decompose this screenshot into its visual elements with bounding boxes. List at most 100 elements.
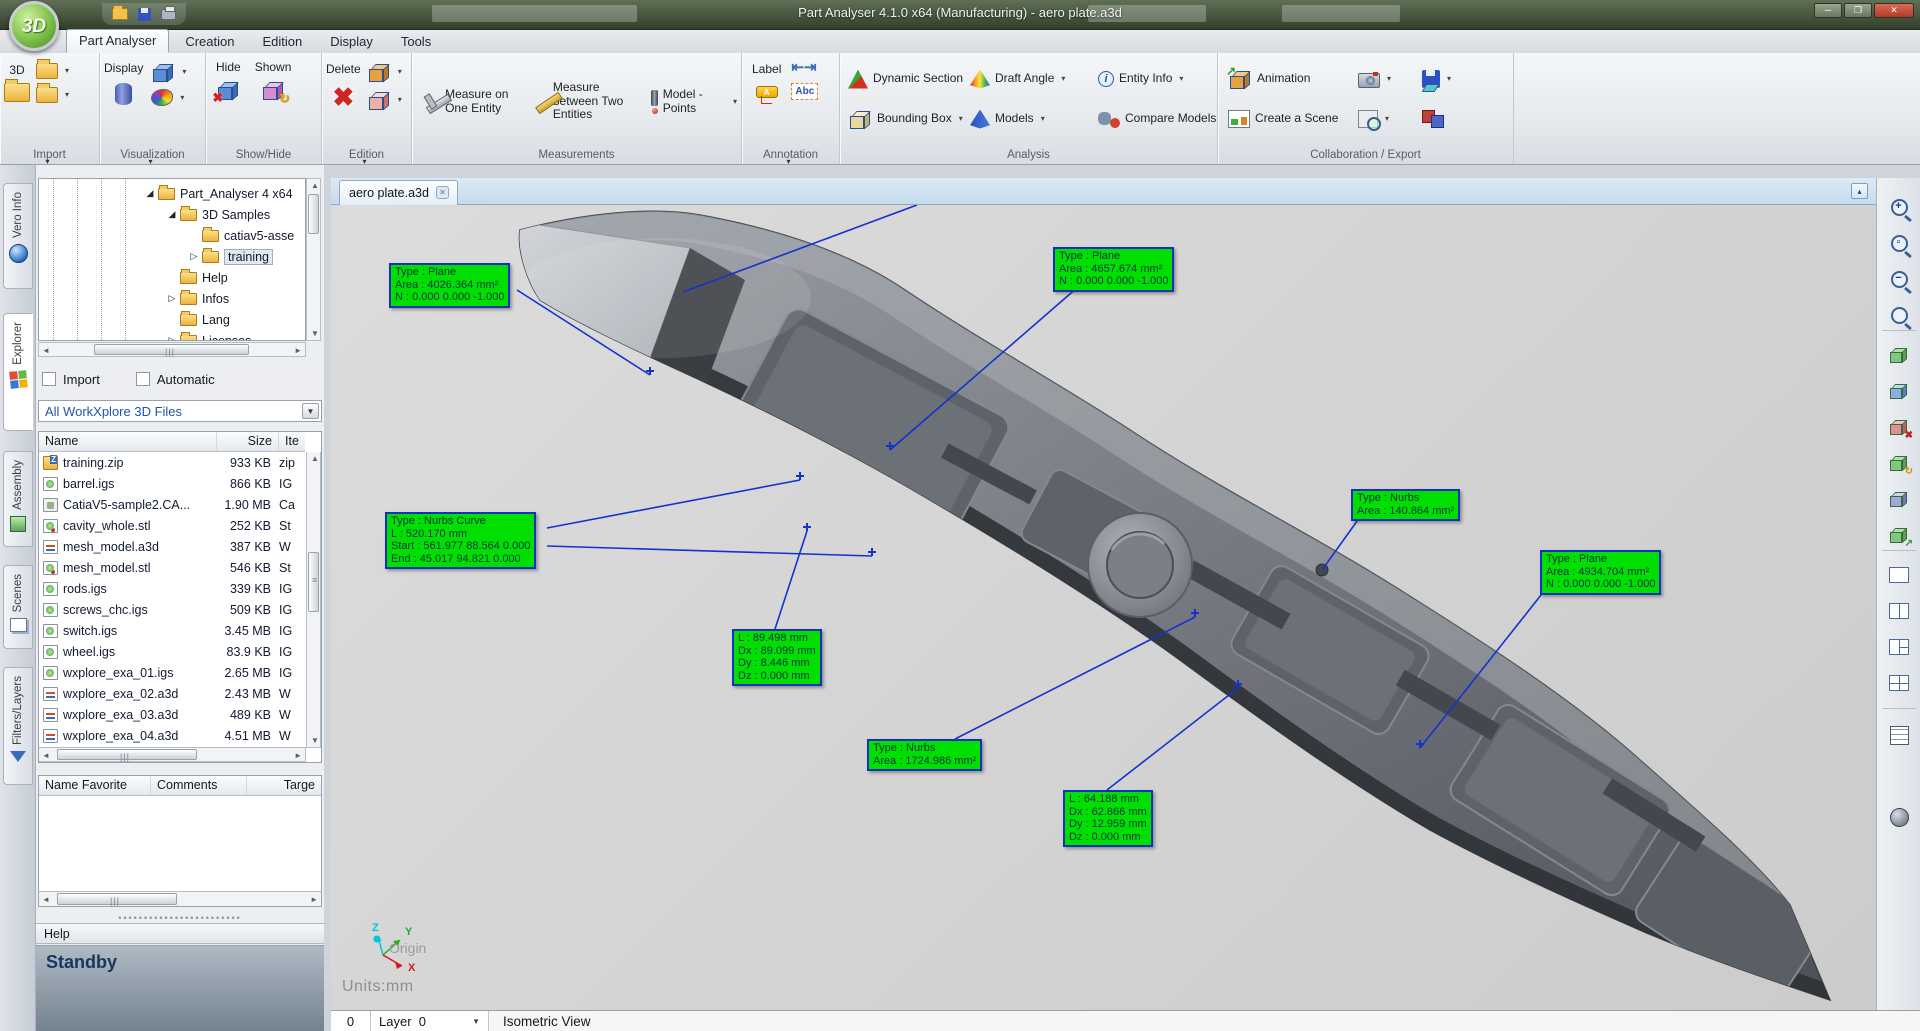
chevron-down-icon[interactable]: ▾ (180, 91, 184, 105)
document-tab-aero-plate[interactable]: aero plate.a3d ✕ (339, 180, 458, 205)
chevron-down-icon[interactable]: ▼ (302, 403, 319, 419)
file-row[interactable]: screws_chc.igs509 KBIG (39, 599, 305, 620)
layer-dropdown[interactable]: Layer 0 ▼ (371, 1011, 489, 1031)
render-sphere-icon[interactable] (1884, 802, 1914, 832)
scroll-down-arrow[interactable]: ▼ (311, 734, 319, 747)
edit-entity-button[interactable]: ▾ (367, 89, 402, 111)
tab-edition[interactable]: Edition (250, 31, 314, 53)
file-table-horizontal-scrollbar[interactable]: ◄ ||| ► (39, 747, 306, 762)
tree-item-lang[interactable]: Lang (165, 309, 230, 330)
file-filter-dropdown[interactable]: All WorkXplore 3D Files ▼ (38, 400, 322, 422)
tree-expanded-icon[interactable]: ◢ (143, 188, 157, 199)
tree-collapsed-icon[interactable]: ▷ (165, 335, 179, 341)
draft-angle-button[interactable]: Draft Angle ▾ (970, 70, 1098, 89)
automatic-checkbox[interactable] (136, 372, 150, 386)
scroll-left-arrow[interactable]: ◄ (42, 893, 50, 906)
help-bar[interactable]: Help (36, 923, 324, 944)
measurement-label[interactable]: L : 64.188 mmDx : 62.866 mmDy : 12.959 m… (1063, 790, 1153, 847)
display-button[interactable]: Display (104, 61, 143, 106)
viewport-3d[interactable]: aero plate.a3d ✕ ▴ (331, 178, 1876, 1010)
tree-item-3d-samples[interactable]: ◢3D Samples (165, 204, 270, 225)
import-other-button[interactable]: ▾ (36, 87, 69, 103)
scroll-right-arrow[interactable]: ► (310, 893, 318, 906)
chevron-down-icon[interactable]: ▾ (959, 112, 963, 126)
file-row[interactable]: wxplore_exa_03.a3d489 KBW (39, 704, 305, 725)
sidebar-tab-explorer[interactable]: Explorer (3, 313, 33, 431)
color-button[interactable]: ▾ (151, 89, 186, 106)
column-header-name[interactable]: Name (39, 432, 217, 451)
open-icon[interactable] (112, 8, 128, 20)
tree-item-help[interactable]: Help (165, 267, 228, 288)
measurement-label[interactable]: Type : PlaneArea : 4657.674 mm²N : 0.000… (1053, 247, 1174, 292)
print-preview-button[interactable]: ▾ (1358, 110, 1422, 128)
tab-tools[interactable]: Tools (389, 31, 443, 53)
tree-vertical-scrollbar[interactable]: ▲ ▼ (306, 178, 321, 341)
tree-item-infos[interactable]: ▷Infos (165, 288, 229, 309)
file-table-vertical-scrollbar[interactable]: ▲ ≡ ▼ (306, 452, 321, 748)
models-button[interactable]: Models ▾ (970, 110, 1098, 129)
entity-info-button[interactable]: i Entity Info ▾ (1098, 71, 1226, 87)
label-button[interactable]: Label A (752, 61, 781, 100)
selection-mode-button[interactable]: ▾ (151, 61, 186, 83)
chevron-down-icon[interactable]: ▼ (472, 1017, 480, 1026)
zoom-window-icon[interactable]: ▫ (1884, 228, 1914, 258)
favorites-table-header[interactable]: Name Favorite Comments Targe (39, 776, 321, 796)
measurement-label[interactable]: Type : PlaneArea : 4026.364 mm²N : 0.000… (389, 263, 510, 308)
model-points-button[interactable]: Model - Points ▾ (648, 59, 737, 144)
measurement-label[interactable]: Type : NurbsArea : 140.864 mm² (1351, 489, 1460, 521)
chevron-down-icon[interactable]: ▾ (182, 65, 186, 79)
measurement-label[interactable]: L : 89.498 mmDx : 89.099 mmDy : 8.446 mm… (732, 629, 822, 686)
file-row[interactable]: mesh_model.stl546 KBSt (39, 557, 305, 578)
import-recent-button[interactable]: ▾ (36, 63, 69, 79)
measurement-label[interactable]: Type : NurbsArea : 1724.986 mm² (867, 739, 982, 771)
sidebar-tab-assembly[interactable]: Assembly (3, 451, 33, 547)
file-row[interactable]: rods.igs339 KBIG (39, 578, 305, 599)
close-button[interactable]: ✕ (1874, 3, 1914, 18)
shown-button[interactable]: Shown ↻ (255, 61, 292, 101)
hide-button[interactable]: Hide ✖ (216, 61, 241, 101)
favorites-horizontal-scrollbar[interactable]: ◄ ||| ► (39, 891, 321, 906)
view-cube-front-icon[interactable] (1884, 376, 1914, 406)
tree-item-training[interactable]: ▷training (187, 246, 273, 267)
save-export-button[interactable]: ▾ (1422, 70, 1486, 88)
scroll-right-arrow[interactable]: ► (294, 749, 302, 762)
grid-display-icon[interactable] (1884, 720, 1914, 750)
file-row[interactable]: wxplore_exa_04.a3d4.51 MBW (39, 725, 305, 746)
view-cube-rotate-icon[interactable]: ↻ (1884, 448, 1914, 478)
chevron-down-icon[interactable]: ▾ (733, 95, 737, 109)
column-header-itemtype[interactable]: Ite (279, 432, 305, 451)
chevron-down-icon[interactable]: ▾ (1447, 72, 1451, 86)
sidebar-tab-filters-layers[interactable]: Filters/Layers (3, 667, 33, 785)
minimize-button[interactable]: ─ (1814, 3, 1842, 18)
zoom-in-icon[interactable]: + (1884, 192, 1914, 222)
file-row[interactable]: cavity_whole.stl252 KBSt (39, 515, 305, 536)
text-annotation-button[interactable]: Abc (791, 83, 818, 101)
tree-collapsed-icon[interactable]: ▷ (187, 251, 201, 262)
dimension-button[interactable]: ⇤⇥ (791, 61, 818, 75)
chevron-down-icon[interactable]: ▾ (1041, 112, 1045, 126)
scroll-left-arrow[interactable]: ◄ (42, 344, 50, 357)
tree-collapsed-icon[interactable]: ▷ (165, 293, 179, 304)
column-header-comments[interactable]: Comments (151, 776, 247, 795)
automatic-checkbox-row[interactable]: Automatic (136, 372, 215, 387)
tab-display[interactable]: Display (318, 31, 385, 53)
measurement-label[interactable]: Type : Nurbs CurveL : 520.170 mmStart : … (385, 512, 536, 569)
file-row[interactable]: CatiaV5-sample2.CA...1.90 MBCa (39, 494, 305, 515)
compare-models-button[interactable]: Compare Models (1098, 110, 1226, 128)
layout-single-icon[interactable] (1884, 560, 1914, 590)
tree-item-catiav5-asse[interactable]: catiav5-asse (187, 225, 294, 246)
file-row[interactable]: wheel.igs83.9 KBIG (39, 641, 305, 662)
column-header-name-favorite[interactable]: Name Favorite (39, 776, 151, 795)
sidebar-tab-scenes[interactable]: Scenes (3, 565, 33, 649)
chevron-down-icon[interactable]: ▾ (1385, 112, 1389, 126)
create-scene-button[interactable]: Create a Scene (1228, 110, 1358, 128)
close-tab-icon[interactable]: ✕ (436, 186, 449, 199)
file-row[interactable]: training.zip933 KBzip (39, 452, 305, 473)
layout-three-views-icon[interactable] (1884, 632, 1914, 662)
zoom-fit-icon[interactable] (1884, 300, 1914, 330)
view-cube-iso-icon[interactable] (1884, 340, 1914, 370)
file-row[interactable]: barrel.igs866 KBIG (39, 473, 305, 494)
view-cube-refresh-icon[interactable]: ↗ (1884, 520, 1914, 550)
scroll-right-arrow[interactable]: ► (294, 344, 302, 357)
view-cube-red-icon[interactable]: ✖ (1884, 412, 1914, 442)
